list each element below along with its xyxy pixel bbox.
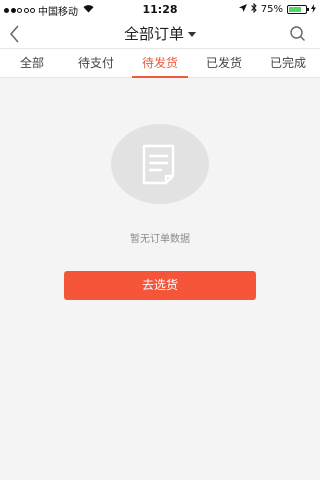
bluetooth-icon bbox=[250, 2, 257, 16]
tab-pending-shipment[interactable]: 待发货 bbox=[128, 49, 192, 78]
order-status-tabs: 全部 待支付 待发货 已发货 已完成 bbox=[0, 48, 320, 78]
page-title: 全部订单 bbox=[123, 25, 184, 43]
empty-state-message: 暂无订单数据 bbox=[130, 234, 190, 245]
empty-state-illustration bbox=[111, 124, 209, 204]
location-arrow-icon bbox=[238, 4, 247, 15]
battery-percent: 75% bbox=[260, 4, 283, 15]
search-icon bbox=[290, 26, 305, 41]
status-right: 75% bbox=[238, 2, 316, 16]
document-icon bbox=[142, 144, 175, 185]
tab-shipped[interactable]: 已发货 bbox=[192, 49, 256, 77]
status-bar: 中国移动 11:28 75% bbox=[0, 0, 320, 20]
caret-down-icon bbox=[188, 32, 196, 37]
tab-completed[interactable]: 已完成 bbox=[256, 49, 320, 77]
tab-all[interactable]: 全部 bbox=[0, 49, 64, 77]
search-button[interactable] bbox=[288, 24, 308, 44]
order-filter-dropdown[interactable]: 全部订单 bbox=[0, 23, 320, 44]
go-shopping-button[interactable]: 去选货 bbox=[64, 271, 256, 300]
tab-pending-payment[interactable]: 待支付 bbox=[64, 49, 128, 77]
battery-icon bbox=[287, 5, 309, 14]
charging-icon bbox=[311, 3, 316, 16]
navigation-bar: 全部订单 bbox=[0, 20, 320, 48]
